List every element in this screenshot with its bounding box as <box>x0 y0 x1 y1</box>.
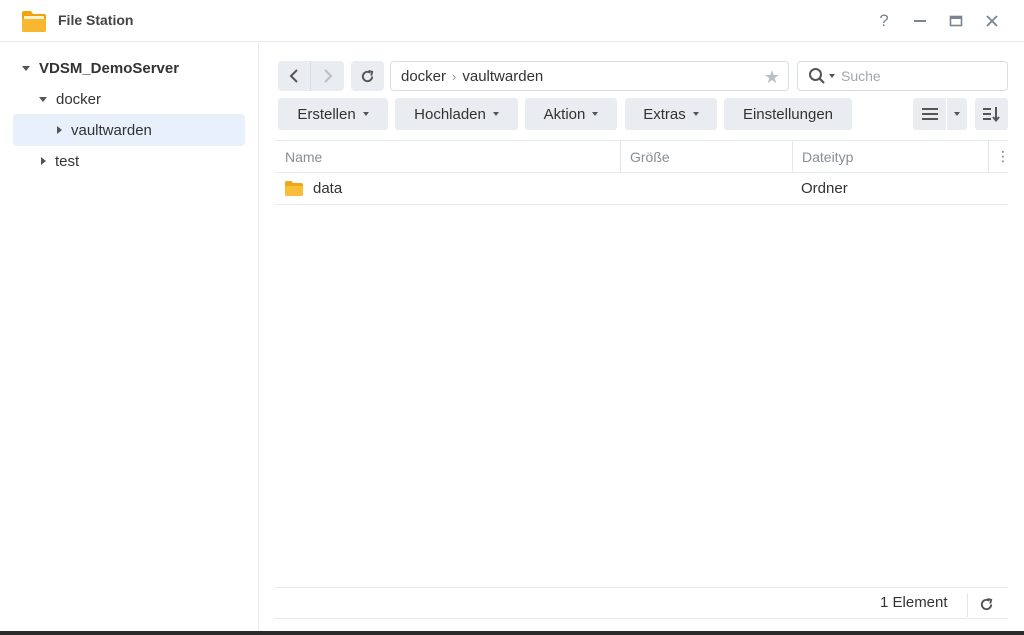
dropdown-caret-icon <box>362 112 369 116</box>
file-type: Ordner <box>801 180 848 197</box>
expand-icon[interactable] <box>22 65 30 71</box>
view-options-button[interactable] <box>947 98 967 130</box>
footer-refresh-button[interactable] <box>975 592 997 616</box>
divider <box>967 593 968 617</box>
settings-button[interactable]: Einstellungen <box>724 98 852 130</box>
folder-icon <box>285 181 303 196</box>
chevron-left-icon <box>289 69 298 83</box>
divider <box>275 587 1008 588</box>
tree-item-root[interactable]: VDSM_DemoServer <box>22 52 179 84</box>
tree-item-label: test <box>55 152 80 170</box>
close-icon <box>986 15 998 27</box>
dropdown-caret-icon <box>492 112 499 116</box>
favorite-star-icon[interactable]: ★ <box>764 67 780 88</box>
file-station-window: File Station ? VDSM_DemoServer docker va… <box>0 0 1024 633</box>
create-button[interactable]: Erstellen <box>278 98 388 130</box>
table-row[interactable]: data Ordner <box>275 173 1008 204</box>
maximize-button[interactable] <box>944 9 968 33</box>
sort-button[interactable] <box>975 98 1008 130</box>
collapse-icon[interactable] <box>41 157 46 165</box>
minimize-icon <box>914 20 926 22</box>
dropdown-caret-icon <box>592 112 599 116</box>
tree-item-vaultwarden[interactable]: vaultwarden <box>13 114 245 146</box>
forward-button[interactable] <box>311 61 344 91</box>
divider <box>275 204 1008 205</box>
file-station-app-icon <box>22 11 46 32</box>
chevron-down-icon <box>954 112 960 116</box>
search-icon[interactable] <box>808 67 826 85</box>
tree-item-test[interactable]: test <box>41 145 79 177</box>
chevron-right-icon <box>323 69 332 83</box>
collapse-icon[interactable] <box>57 126 62 134</box>
folder-tree-sidebar: VDSM_DemoServer docker vaultwarden test <box>0 43 259 633</box>
breadcrumb-segment[interactable]: vaultwarden <box>462 68 543 85</box>
history-buttons <box>278 61 344 91</box>
search-input[interactable]: Suche <box>841 68 881 84</box>
column-header-type[interactable]: Dateityp <box>802 141 853 172</box>
list-view-button[interactable] <box>913 98 946 130</box>
action-button[interactable]: Aktion <box>525 98 617 130</box>
help-button[interactable]: ? <box>872 9 896 33</box>
back-button[interactable] <box>278 61 311 91</box>
refresh-button[interactable] <box>351 61 384 91</box>
breadcrumb-separator-icon: › <box>452 68 457 84</box>
breadcrumb-segment[interactable]: docker <box>401 68 446 85</box>
search-options-caret-icon[interactable] <box>829 74 835 78</box>
settings-label: Einstellungen <box>742 105 834 123</box>
search-field[interactable]: Suche <box>797 61 1008 91</box>
desktop-edge <box>0 631 1024 635</box>
tools-label: Extras <box>643 105 686 123</box>
tree-item-label: docker <box>56 90 102 108</box>
column-divider[interactable] <box>792 141 793 172</box>
close-button[interactable] <box>980 9 1004 33</box>
tree-item-label: vaultwarden <box>71 121 152 139</box>
upload-label: Hochladen <box>414 105 486 123</box>
list-view-icon <box>921 108 938 120</box>
upload-button[interactable]: Hochladen <box>395 98 518 130</box>
column-header-name[interactable]: Name <box>285 141 322 172</box>
dropdown-caret-icon <box>692 112 699 116</box>
file-name: data <box>313 180 343 197</box>
item-count-status: 1 Element <box>880 594 948 611</box>
column-header-size[interactable]: Größe <box>630 141 670 172</box>
refresh-icon <box>361 69 374 82</box>
divider <box>275 618 1008 619</box>
sort-icon <box>982 107 1000 122</box>
tree-item-label: VDSM_DemoServer <box>39 59 180 77</box>
maximize-icon <box>949 15 963 27</box>
window-title: File Station <box>58 12 134 28</box>
action-label: Aktion <box>543 105 586 123</box>
column-divider[interactable] <box>988 141 989 172</box>
expand-icon[interactable] <box>39 96 47 102</box>
column-menu-icon[interactable]: ⋮ <box>996 141 1010 172</box>
refresh-icon <box>980 597 992 610</box>
tools-button[interactable]: Extras <box>625 98 717 130</box>
column-divider[interactable] <box>620 141 621 172</box>
create-label: Erstellen <box>297 105 356 123</box>
minimize-button[interactable] <box>908 9 932 33</box>
help-icon: ? <box>879 11 889 30</box>
path-bar[interactable]: docker › vaultwarden ★ <box>390 61 789 91</box>
tree-item-docker[interactable]: docker <box>39 83 101 115</box>
title-bar: File Station ? <box>0 0 1024 42</box>
